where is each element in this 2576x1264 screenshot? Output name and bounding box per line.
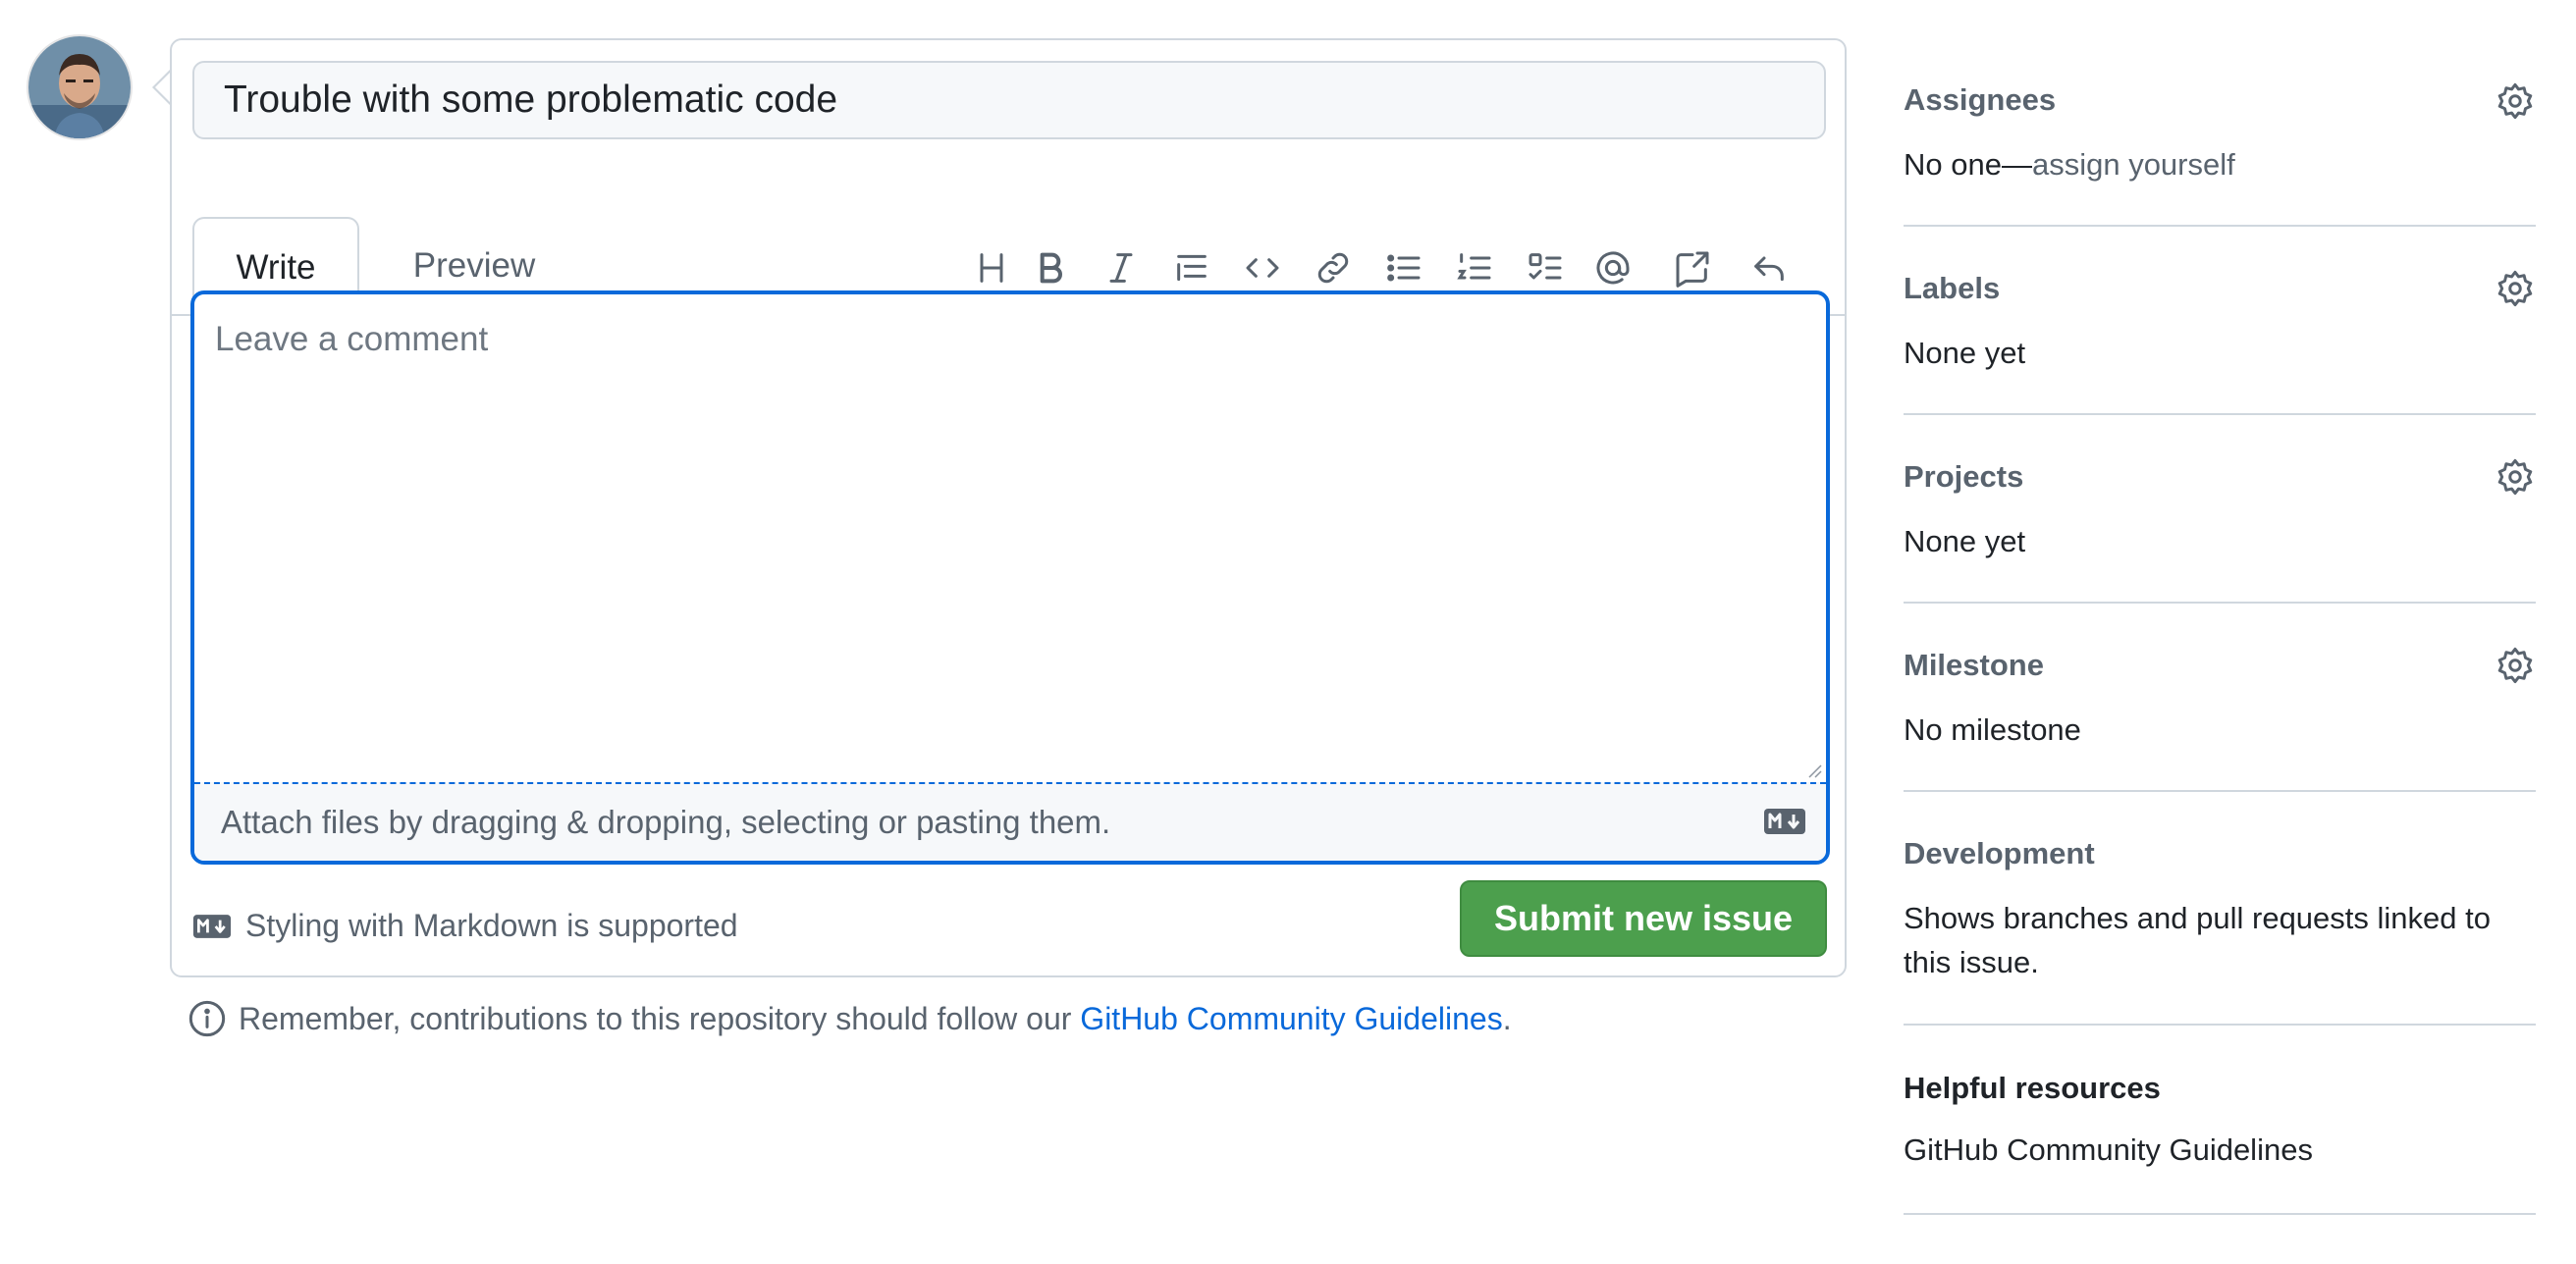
sidebar-labels: Labels None yet — [1904, 225, 2536, 415]
avatar[interactable] — [28, 36, 131, 138]
attach-files-text[interactable]: Attach files by dragging & dropping, sel… — [221, 804, 1110, 841]
code-icon[interactable] — [1239, 244, 1286, 291]
assignees-gear-icon[interactable] — [2495, 80, 2536, 122]
sidebar-helpful-resources: Helpful resources GitHub Community Guide… — [1904, 1024, 2536, 1215]
labels-gear-icon[interactable] — [2495, 268, 2536, 309]
milestone-value: No milestone — [1904, 712, 2081, 747]
assignees-none-text: No one— — [1904, 147, 2032, 182]
resize-handle-icon[interactable] — [1804, 761, 1822, 778]
assign-yourself-link[interactable]: assign yourself — [2032, 147, 2235, 182]
assignees-value: No one—assign yourself — [1904, 142, 2235, 186]
bulleted-list-icon[interactable] — [1380, 244, 1427, 291]
bold-icon[interactable] — [1027, 244, 1074, 291]
development-value: Shows branches and pull requests linked … — [1904, 901, 2491, 979]
numbered-list-icon[interactable] — [1451, 244, 1498, 291]
labels-heading[interactable]: Labels — [1904, 271, 2000, 306]
task-list-icon[interactable] — [1522, 244, 1569, 291]
mention-icon[interactable] — [1589, 244, 1637, 291]
attach-files-area[interactable]: Attach files by dragging & dropping, sel… — [194, 782, 1826, 861]
helpful-resources-guidelines-link[interactable]: GitHub Community Guidelines — [1904, 1128, 2313, 1172]
new-issue-form: Trouble with some problematic code Write… — [170, 38, 1847, 977]
italic-icon[interactable] — [1098, 244, 1145, 291]
sidebar-projects: Projects None yet — [1904, 413, 2536, 604]
markdown-support-note: Styling with Markdown is supported — [192, 908, 738, 944]
info-icon — [188, 999, 227, 1038]
comment-textarea[interactable]: Leave a comment — [215, 320, 488, 359]
markdown-icon — [1763, 808, 1806, 835]
labels-value: None yet — [1904, 336, 2026, 370]
community-guidelines-link[interactable]: GitHub Community Guidelines — [1080, 1001, 1502, 1036]
helpful-resources-heading: Helpful resources — [1904, 1071, 2161, 1105]
comment-editor[interactable]: Leave a comment Attach files by dragging… — [190, 290, 1830, 865]
quote-icon[interactable] — [1168, 244, 1215, 291]
submit-new-issue-button[interactable]: Submit new issue — [1460, 880, 1827, 957]
projects-heading[interactable]: Projects — [1904, 459, 2023, 495]
issue-title-input[interactable]: Trouble with some problematic code — [192, 61, 1826, 139]
heading-icon[interactable] — [968, 244, 1015, 291]
card-caret-fill — [155, 72, 171, 103]
projects-value: None yet — [1904, 524, 2026, 558]
contribution-guidelines-note: Remember, contributions to this reposito… — [188, 999, 1512, 1038]
sidebar-development: Development Shows branches and pull requ… — [1904, 790, 2536, 1026]
cross-reference-icon[interactable] — [1669, 244, 1716, 291]
markdown-support-text[interactable]: Styling with Markdown is supported — [245, 908, 738, 944]
assignees-heading[interactable]: Assignees — [1904, 82, 2056, 118]
sidebar-milestone: Milestone No milestone — [1904, 602, 2536, 792]
development-heading: Development — [1904, 836, 2095, 870]
milestone-gear-icon[interactable] — [2495, 645, 2536, 686]
markdown-icon — [192, 914, 232, 939]
guidelines-text: Remember, contributions to this reposito… — [239, 1000, 1081, 1036]
saved-replies-icon[interactable] — [1745, 244, 1793, 291]
projects-gear-icon[interactable] — [2495, 456, 2536, 498]
link-icon[interactable] — [1310, 244, 1357, 291]
guidelines-suffix: . — [1502, 1000, 1512, 1036]
sidebar-assignees: Assignees No one—assign yourself — [1904, 0, 2536, 227]
milestone-heading[interactable]: Milestone — [1904, 648, 2044, 683]
